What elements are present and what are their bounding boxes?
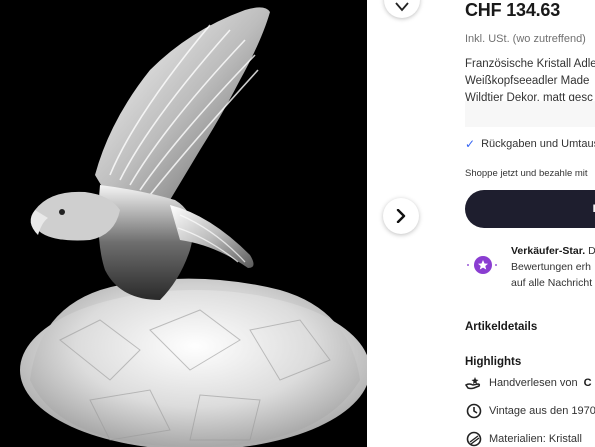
seller-title: Verkäufer-Star. [511,245,586,257]
seller-line: Bewertungen erh [511,261,591,273]
add-to-cart-button[interactable]: In [465,190,595,228]
item-details-heading: Artikeldetails [465,321,538,333]
highlight-label: Materialien: Kristall [489,433,582,445]
highlights-heading: Highlights [465,356,522,368]
returns-text: Rückgaben und Umtaus [481,138,595,150]
crystal-eagle-image [0,0,367,447]
product-image-gallery [0,0,367,447]
highlight-item: Vintage aus den 1970 [465,402,595,420]
returns-info: ✓ Rückgaben und Umtaus [465,137,595,151]
clock-icon [465,402,483,420]
product-photo[interactable] [0,0,367,447]
product-info-panel: CHF 134.63 Inkl. USt. (wo zutreffend) Fr… [465,0,595,447]
next-image-button[interactable] [383,198,419,234]
product-description: Französische Kristall Adle Weißkopfseead… [465,56,595,107]
watchlist-button[interactable] [384,0,420,18]
highlight-item: Materialien: Kristall [465,430,582,447]
payment-note: Shoppe jetzt und bezahle mit [465,168,588,179]
highlight-item: Handverlesen von C [465,374,592,392]
top-rated-seller-icon [467,256,499,274]
tax-note: Inkl. USt. (wo zutreffend) [465,33,586,45]
seller-line: auf alle Nachricht [511,277,593,289]
highlight-label: Handverlesen von [489,377,578,389]
heart-icon [395,2,409,12]
material-icon [465,430,483,447]
description-line: Französische Kristall Adle [465,58,595,70]
seller-text: Verkäufer-Star. D Bewertungen erh auf al… [511,245,595,289]
hand-picked-icon [465,374,483,392]
product-price: CHF 134.63 [465,0,561,20]
description-line: Weißkopfseeadler Made [465,75,590,87]
info-separator [465,101,595,127]
chevron-right-icon [396,209,406,223]
highlight-label: Vintage aus den 1970 [489,405,595,417]
checkmark-icon: ✓ [465,137,476,151]
highlight-value: C [583,377,592,389]
